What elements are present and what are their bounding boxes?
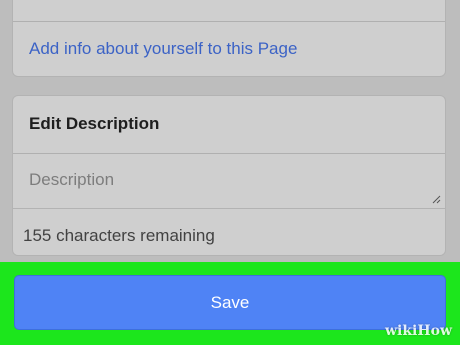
save-button[interactable]: Save: [14, 275, 446, 330]
divider: [13, 21, 445, 22]
about-card: Add info about yourself to this Page: [12, 0, 446, 77]
edit-description-card: Edit Description Description 155 charact…: [12, 95, 446, 256]
wikihow-watermark: wikiHow: [384, 323, 452, 339]
characters-remaining: 155 characters remaining: [23, 226, 215, 245]
edit-description-header: Edit Description: [29, 114, 160, 133]
description-textarea[interactable]: Description: [13, 154, 445, 209]
description-placeholder: Description: [29, 170, 115, 189]
resize-handle-icon[interactable]: [431, 194, 441, 204]
add-info-link[interactable]: Add info about yourself to this Page: [29, 39, 297, 59]
